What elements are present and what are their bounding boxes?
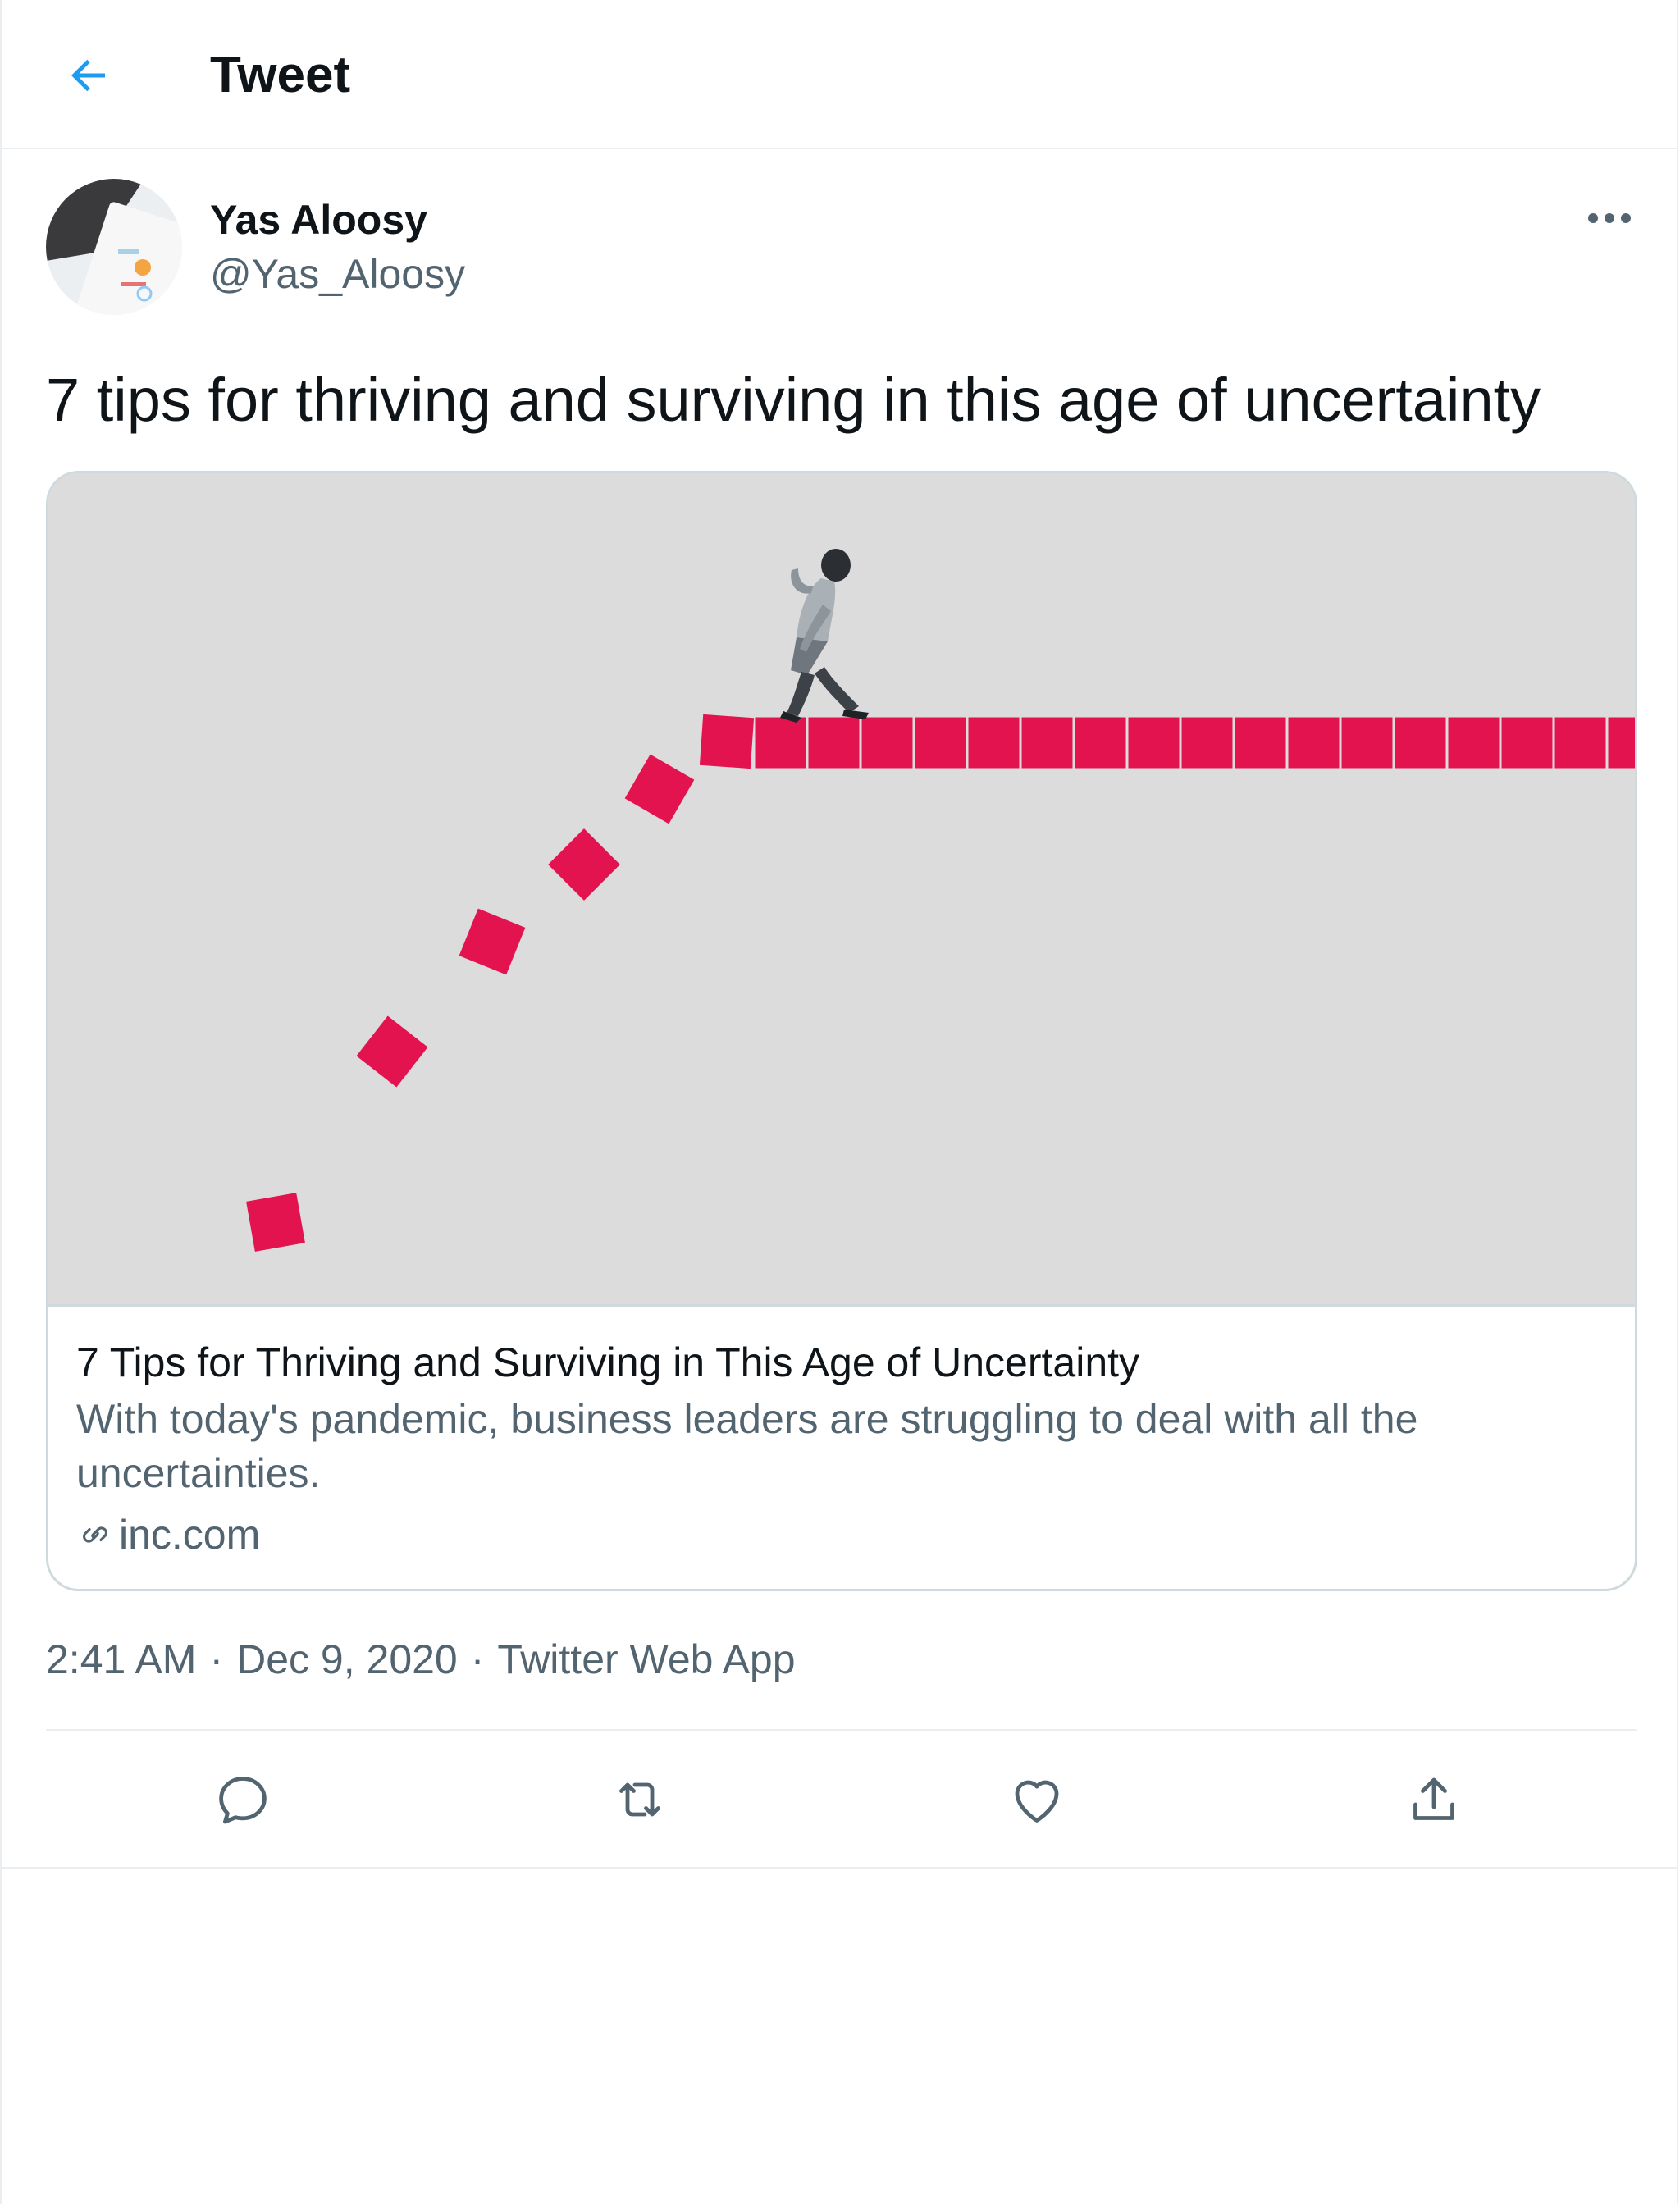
tweet-time[interactable]: 2:41 AM xyxy=(46,1636,196,1682)
tweet-date[interactable]: Dec 9, 2020 xyxy=(236,1636,458,1682)
meta-separator: · xyxy=(209,1636,224,1682)
link-icon xyxy=(83,1526,107,1543)
tweet-text: 7 tips for thriving and surviving in thi… xyxy=(46,366,1541,434)
card-title[interactable]: 7 Tips for Thriving and Surviving in Thi… xyxy=(76,1336,1602,1389)
avatar-image xyxy=(46,179,182,315)
back-button[interactable] xyxy=(59,46,118,105)
more-options-button[interactable] xyxy=(1577,194,1642,243)
meta-separator: · xyxy=(470,1636,485,1682)
card-domain[interactable]: inc.com xyxy=(76,1508,260,1561)
tweet-meta: 2:41 AM · Dec 9, 2020 · Twitter Web App xyxy=(46,1632,796,1686)
share-button[interactable] xyxy=(1398,1764,1470,1836)
like-icon xyxy=(1015,1780,1059,1823)
tweet-column: Tweet Yas Aloosy @Yas_Aloosy 7 tips for … xyxy=(0,0,1678,2204)
reply-button[interactable] xyxy=(207,1764,279,1836)
card-description: With today's pandemic, business leaders … xyxy=(76,1396,1418,1496)
link-card[interactable]: 7 Tips for Thriving and Surviving in Thi… xyxy=(46,471,1637,1591)
retweet-button[interactable] xyxy=(604,1764,676,1836)
card-domain-text: inc.com xyxy=(119,1512,261,1558)
action-bar xyxy=(2,1731,1677,1869)
like-button[interactable] xyxy=(1001,1764,1073,1836)
user-display-name[interactable]: Yas Aloosy xyxy=(210,194,427,246)
more-icon xyxy=(1588,213,1631,223)
card-image[interactable] xyxy=(48,473,1635,1307)
reply-icon xyxy=(219,1777,267,1824)
tweet-source[interactable]: Twitter Web App xyxy=(497,1636,795,1682)
card-illustration xyxy=(48,473,1635,1304)
avatar[interactable] xyxy=(46,179,182,315)
share-icon xyxy=(1413,1777,1454,1820)
retweet-icon xyxy=(619,1782,660,1817)
page-header: Tweet xyxy=(2,0,1677,149)
arrow-left-icon xyxy=(71,59,105,92)
user-handle[interactable]: @Yas_Aloosy xyxy=(210,248,465,300)
page-title: Tweet xyxy=(210,47,351,103)
